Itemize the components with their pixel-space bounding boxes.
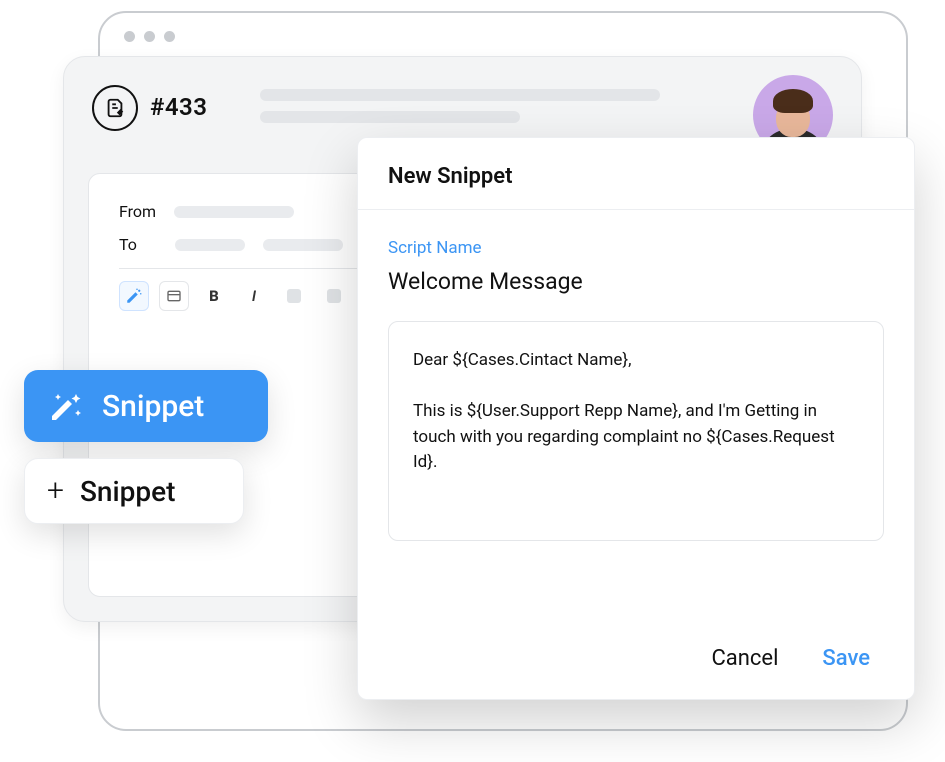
plus-icon: + xyxy=(47,476,64,506)
toolbar-placeholder-button[interactable] xyxy=(319,281,349,311)
layout-tool-button[interactable] xyxy=(159,281,189,311)
window-dot xyxy=(144,31,155,42)
modal-body: Script Name Welcome Message Dear ${Cases… xyxy=(358,210,914,624)
snippet-tool-button[interactable] xyxy=(119,281,149,311)
save-button[interactable]: Save xyxy=(822,646,870,671)
cancel-button[interactable]: Cancel xyxy=(711,646,778,671)
to-label: To xyxy=(119,235,157,254)
to-value-placeholder xyxy=(263,239,343,251)
document-edit-icon xyxy=(92,85,138,131)
case-id: #433 xyxy=(150,93,207,121)
snippet-chip-label: Snippet xyxy=(102,389,204,424)
modal-footer: Cancel Save xyxy=(358,624,914,699)
window-dot xyxy=(124,31,135,42)
new-snippet-modal: New Snippet Script Name Welcome Message … xyxy=(357,137,915,700)
snippet-chip-active[interactable]: Snippet xyxy=(24,370,268,442)
toolbar-placeholder-button[interactable] xyxy=(279,281,309,311)
to-value-placeholder xyxy=(175,239,245,251)
window-dot xyxy=(164,31,175,42)
script-name-value[interactable]: Welcome Message xyxy=(388,268,884,295)
modal-title: New Snippet xyxy=(358,138,914,210)
script-name-label: Script Name xyxy=(388,238,884,258)
pen-sparkle-icon xyxy=(46,386,86,426)
from-label: From xyxy=(119,202,156,221)
italic-button[interactable]: I xyxy=(239,281,269,311)
snippet-body-textarea[interactable]: Dear ${Cases.Cintact Name}, This is ${Us… xyxy=(388,321,884,541)
from-value-placeholder xyxy=(174,206,294,218)
bold-button[interactable]: B xyxy=(199,281,229,311)
header-placeholder-lines xyxy=(260,89,660,123)
snippet-chip-label: Snippet xyxy=(80,475,175,508)
window-controls xyxy=(124,31,175,42)
snippet-chip-add[interactable]: + Snippet xyxy=(24,458,244,524)
